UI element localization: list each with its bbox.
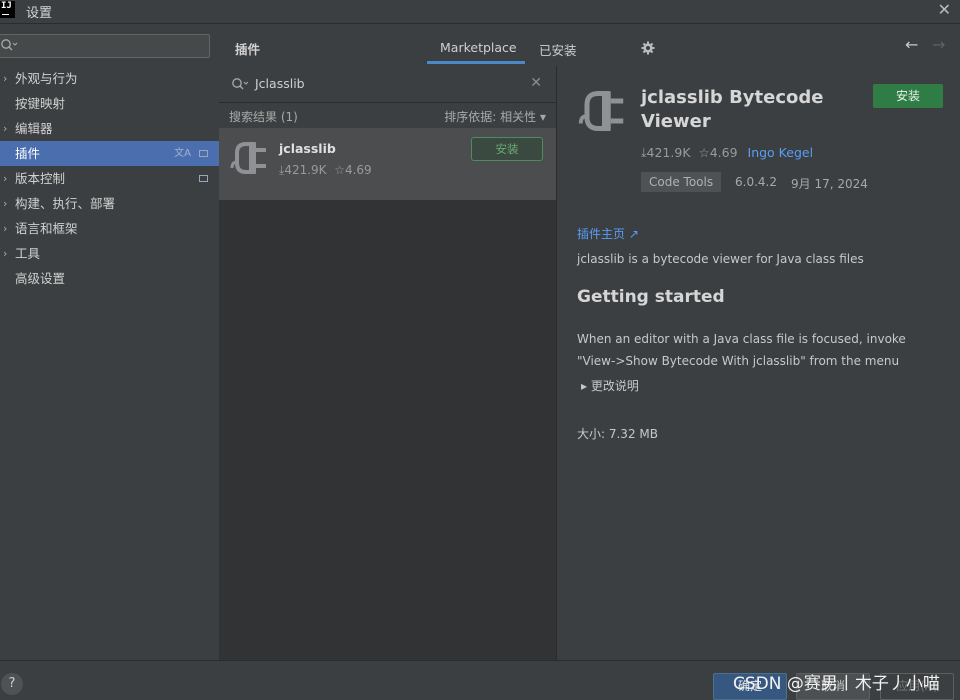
back-arrow-icon[interactable]: ← [905, 35, 918, 54]
settings-tree: › 外观与行为 按键映射 › 编辑器 插件 文A › 版本控制 › 构建、执行、… [0, 66, 219, 291]
sidebar-item-label: 构建、执行、部署 [15, 196, 116, 211]
tab-marketplace[interactable]: Marketplace [440, 40, 517, 55]
tab-installed[interactable]: 已安装 [539, 40, 577, 59]
plugin-search-input[interactable]: Jclasslib ✕ [219, 66, 556, 103]
results-count: 搜索结果 (1) [229, 110, 298, 124]
plugin-title-line: jclasslib Bytecode [641, 87, 824, 108]
search-icon [232, 78, 249, 90]
search-query: Jclasslib [255, 76, 305, 91]
plugin-plug-icon [230, 142, 266, 174]
dropdown-arrow-icon: ▾ [539, 110, 546, 124]
chevron-right-icon: › [3, 247, 8, 260]
rating-value: 4.69 [344, 163, 372, 177]
plugin-results-panel: Jclasslib ✕ 搜索结果 (1) 排序依据: 相关性 ▾ jclassl… [219, 66, 557, 660]
project-settings-icon [199, 150, 208, 157]
paragraph-line: When an editor with a Java class file is… [577, 332, 906, 346]
section-heading: Getting started [577, 287, 725, 307]
close-icon[interactable]: ✕ [938, 0, 951, 19]
triangle-right-icon: ▸ [581, 379, 588, 393]
change-notes-label: 更改说明 [590, 379, 639, 393]
sidebar-item-appearance[interactable]: › 外观与行为 [0, 66, 219, 91]
sidebar-item-label: 外观与行为 [15, 71, 78, 86]
chevron-right-icon: › [3, 222, 8, 235]
chevron-right-icon: › [3, 172, 8, 185]
category-tag[interactable]: Code Tools [641, 172, 722, 192]
plugin-title-line: Viewer [641, 111, 711, 132]
plugins-header: 插件 Marketplace 已安装 ← → [219, 24, 960, 66]
settings-sidebar: › 外观与行为 按键映射 › 编辑器 插件 文A › 版本控制 › 构建、执行、… [0, 24, 220, 660]
sidebar-item-label: 版本控制 [15, 171, 66, 186]
dialog-footer: ? 确定 取消 应用(A) CSDN @赛男丨木子丿小喵 [0, 660, 960, 700]
sidebar-item-plugins[interactable]: 插件 文A [0, 141, 219, 166]
chevron-right-icon: › [3, 197, 8, 210]
sidebar-item-editor[interactable]: › 编辑器 [0, 116, 219, 141]
plugin-stats: ⤓421.9K ☆4.69 [279, 163, 372, 178]
sort-label: 排序依据: 相关性 [444, 110, 537, 124]
homepage-link-label: 插件主页 [577, 227, 626, 241]
plugin-title: jclasslib Bytecode Viewer [641, 86, 841, 134]
project-settings-icon [199, 175, 208, 182]
star-icon: ☆ [334, 163, 345, 177]
settings-search-input[interactable] [0, 34, 210, 58]
plugin-name: jclasslib [279, 141, 336, 156]
list-item[interactable]: jclasslib ⤓421.9K ☆4.69 安装 [219, 128, 556, 200]
external-link-icon: ↗ [628, 227, 639, 241]
sidebar-item-label: 高级设置 [15, 271, 66, 286]
window-title: 设置 [26, 6, 53, 21]
sidebar-item-version-control[interactable]: › 版本控制 [0, 166, 219, 191]
getting-started-text: When an editor with a Java class file is… [577, 328, 952, 372]
app-logo-icon: IJ [0, 1, 15, 18]
release-date: 9月 17, 2024 [791, 177, 868, 191]
gear-icon[interactable] [641, 41, 655, 55]
chevron-right-icon: › [3, 72, 8, 85]
install-button[interactable]: 安装 [471, 137, 543, 161]
sidebar-item-label: 按键映射 [15, 96, 66, 111]
help-button[interactable]: ? [1, 673, 23, 695]
rating-value: 4.69 [709, 145, 738, 160]
sidebar-item-label: 语言和框架 [15, 221, 78, 236]
watermark: CSDN @赛男丨木子丿小喵 [733, 674, 940, 694]
sidebar-item-label: 插件 [15, 146, 41, 161]
download-count: 421.9K [284, 163, 327, 177]
plugin-detail-panel: jclasslib Bytecode Viewer 安装 ⤓421.9K ☆4.… [557, 66, 960, 660]
sidebar-item-advanced[interactable]: 高级设置 [0, 266, 219, 291]
sort-dropdown[interactable]: 排序依据: 相关性 ▾ [444, 108, 546, 125]
chevron-right-icon: › [3, 122, 8, 135]
paragraph-line: "View->Show Bytecode With jclasslib" fro… [577, 354, 900, 368]
download-count: 421.9K [646, 145, 691, 160]
plugin-description: jclasslib is a bytecode viewer for Java … [577, 252, 864, 266]
plugin-stats: ⤓421.9K ☆4.69 Ingo Kegel [641, 145, 813, 161]
author-link[interactable]: Ingo Kegel [748, 145, 814, 160]
title-bar: IJ 设置 ✕ [0, 0, 960, 24]
sidebar-item-build[interactable]: › 构建、执行、部署 [0, 191, 219, 216]
forward-arrow-icon[interactable]: → [932, 35, 945, 54]
plugin-size: 大小: 7.32 MB [577, 427, 658, 441]
change-notes-toggle[interactable]: ▸ 更改说明 [581, 377, 639, 394]
sidebar-item-label: 工具 [15, 246, 41, 261]
star-icon: ☆ [698, 145, 710, 160]
plugin-homepage-link[interactable]: 插件主页 ↗ [577, 225, 639, 242]
active-tab-indicator [427, 61, 525, 64]
page-title: 插件 [235, 42, 261, 57]
sidebar-item-label: 编辑器 [15, 121, 53, 136]
plugin-plug-icon [578, 91, 624, 131]
results-toolbar: 搜索结果 (1) 排序依据: 相关性 ▾ [219, 103, 556, 128]
sidebar-item-keymap[interactable]: 按键映射 [0, 91, 219, 116]
clear-search-icon[interactable]: ✕ [530, 75, 542, 91]
translate-icon: 文A [174, 148, 191, 159]
plugin-version: 6.0.4.2 [735, 175, 777, 189]
sidebar-item-languages[interactable]: › 语言和框架 [0, 216, 219, 241]
install-button[interactable]: 安装 [873, 84, 943, 108]
sidebar-item-tools[interactable]: › 工具 [0, 241, 219, 266]
search-icon [1, 39, 18, 51]
